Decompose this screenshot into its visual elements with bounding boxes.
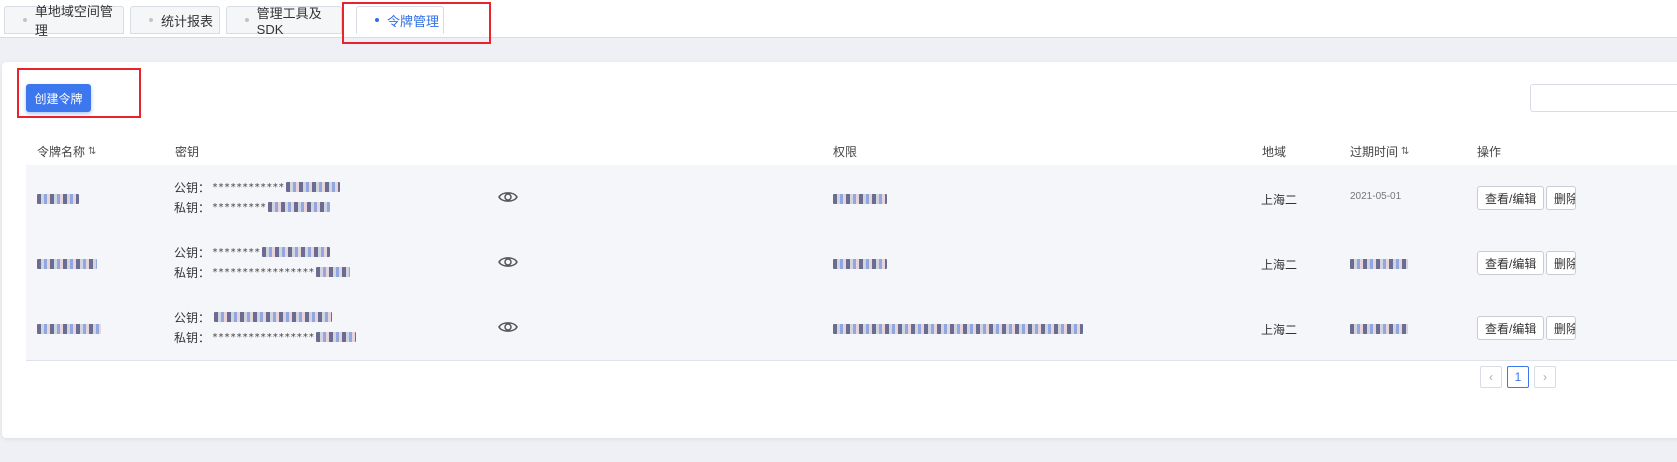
eye-icon[interactable] (498, 255, 518, 269)
tab-statistics[interactable]: 统计报表 (130, 6, 220, 34)
region-cell: 上海二 (1261, 323, 1298, 337)
tab-dot-icon (375, 18, 379, 22)
delete-button[interactable]: 删除 (1546, 316, 1576, 340)
region-cell: 上海二 (1261, 193, 1298, 207)
private-key-label: 私钥： (174, 330, 211, 345)
private-key-value: ***************** (212, 266, 315, 278)
public-key-label: 公钥： (174, 180, 211, 195)
create-token-button[interactable]: 创建令牌 (26, 84, 91, 112)
public-key-value: ******** (212, 246, 261, 258)
next-page-button[interactable]: › (1534, 366, 1556, 388)
tab-dot-icon (23, 18, 27, 22)
public-key-label: 公钥： (174, 245, 211, 260)
expire-cell: 2021-05-01 (1350, 191, 1402, 202)
permission-redacted (833, 323, 1083, 337)
expire-redacted (1350, 323, 1408, 337)
token-panel: 创建令牌 令牌名称 ⇅ 密钥 权限 地域 过期时间 ⇅ 操作 公钥： ******… (2, 62, 1677, 438)
table-row: 公钥： 私钥： ***************** 上海二 查看/编辑 删除 (26, 295, 1677, 361)
token-name-redacted (37, 258, 97, 272)
private-key-label: 私钥： (174, 200, 211, 215)
private-key-value: ********* (212, 201, 267, 213)
private-key-label: 私钥： (174, 265, 211, 280)
key-cell: 公钥： ******** 私钥： ***************** (174, 242, 351, 282)
tab-token-management[interactable]: 令牌管理 (356, 6, 444, 34)
view-edit-button[interactable]: 查看/编辑 (1477, 316, 1545, 340)
expire-redacted (1350, 258, 1408, 272)
sort-icon[interactable]: ⇅ (88, 146, 96, 157)
header-token-name[interactable]: 令牌名称 ⇅ (37, 143, 96, 160)
tab-bar: 单地域空间管理 统计报表 管理工具及SDK 令牌管理 (0, 0, 1677, 38)
delete-button[interactable]: 删除 (1546, 251, 1576, 275)
permission-redacted (833, 193, 887, 207)
header-region: 地域 (1262, 145, 1287, 159)
header-key: 密钥 (175, 145, 200, 159)
tab-dot-icon (245, 18, 249, 22)
search-input[interactable] (1530, 84, 1677, 112)
tab-dot-icon (149, 18, 153, 22)
public-key-label: 公钥： (174, 310, 211, 325)
page-1-button[interactable]: 1 (1507, 366, 1529, 388)
tab-single-region-space[interactable]: 单地域空间管理 (4, 4, 124, 38)
sort-icon[interactable]: ⇅ (1401, 146, 1409, 157)
token-name-redacted (37, 193, 79, 207)
tab-label: 令牌管理 (387, 13, 440, 29)
region-cell: 上海二 (1261, 258, 1298, 272)
table-row: 公钥： ************ 私钥： ********* 上海二 2021-05… (26, 165, 1677, 231)
key-cell: 公钥： ************ 私钥： ********* (174, 177, 341, 217)
tab-tools-sdk[interactable]: 管理工具及SDK (226, 6, 342, 37)
view-edit-button[interactable]: 查看/编辑 (1477, 186, 1545, 210)
tab-label: 单地域空间管理 (34, 4, 113, 38)
eye-icon[interactable] (498, 320, 518, 334)
header-operations: 操作 (1477, 145, 1502, 159)
header-expire[interactable]: 过期时间 ⇅ (1350, 143, 1409, 160)
private-key-value: ***************** (212, 331, 315, 343)
delete-button[interactable]: 删除 (1546, 186, 1576, 210)
view-edit-button[interactable]: 查看/编辑 (1477, 251, 1545, 275)
eye-icon[interactable] (498, 190, 518, 204)
prev-page-button[interactable]: ‹ (1480, 366, 1502, 388)
header-permission: 权限 (833, 145, 858, 159)
tab-label: 管理工具及SDK (256, 6, 322, 37)
token-name-redacted (37, 323, 101, 337)
tab-label: 统计报表 (161, 13, 214, 29)
table-row: 公钥： ******** 私钥： ***************** 上海二 查看/… (26, 230, 1677, 296)
permission-redacted (833, 258, 887, 272)
key-cell: 公钥： 私钥： ***************** (174, 307, 357, 347)
public-key-value: ************ (212, 181, 285, 193)
